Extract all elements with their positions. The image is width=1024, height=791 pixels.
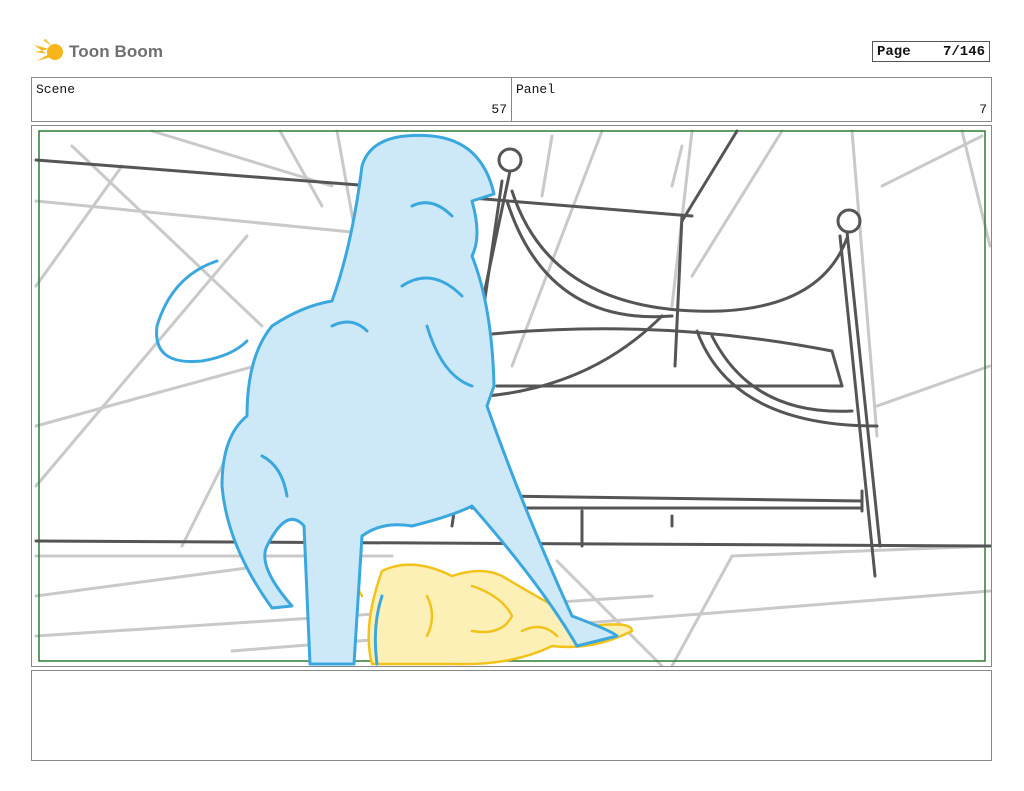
panel-number: 7 bbox=[979, 102, 987, 117]
scene-cell: Scene 57 bbox=[32, 78, 511, 121]
logo-text: Toon Boom bbox=[69, 42, 164, 61]
notes-area[interactable] bbox=[31, 670, 992, 761]
panel-cell: Panel 7 bbox=[511, 78, 991, 121]
starburst-logo-icon bbox=[34, 39, 63, 61]
storyboard-panel bbox=[31, 125, 992, 667]
panel-label: Panel bbox=[516, 82, 556, 97]
toon-boom-logo: Toon Boom bbox=[33, 36, 163, 68]
scene-number: 57 bbox=[491, 102, 507, 117]
scene-label: Scene bbox=[36, 82, 76, 97]
page-indicator: Page 7/146 bbox=[872, 41, 990, 62]
scene-panel-info: Scene 57 Panel 7 bbox=[31, 77, 992, 122]
page-label: Page bbox=[877, 43, 911, 60]
page-number: 7/146 bbox=[942, 43, 985, 60]
panel-sketch-drawing bbox=[34, 129, 991, 666]
